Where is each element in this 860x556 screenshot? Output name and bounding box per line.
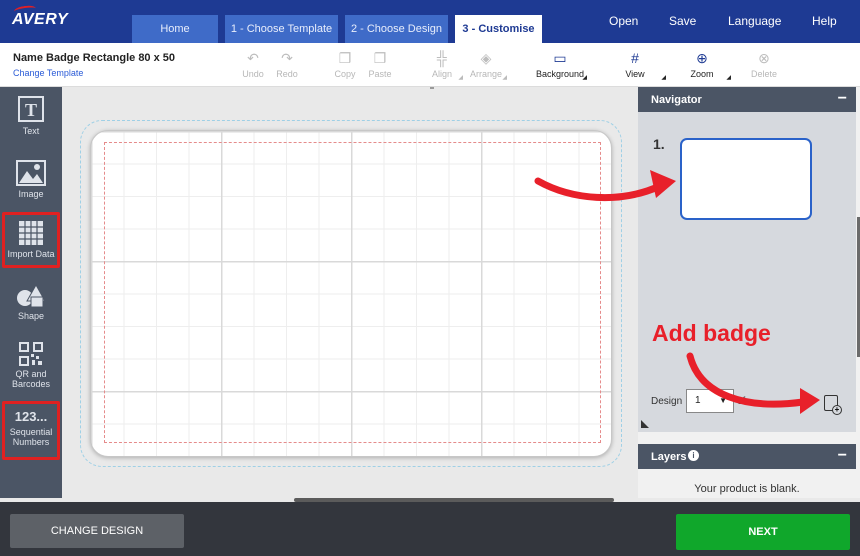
delete-button[interactable]: ⊗ Delete [739,50,789,79]
open-menu[interactable]: Open [609,14,638,28]
redo-icon: ↷ [281,50,293,66]
left-sidebar: T Text Image Import Data Shape QR and Ba… [0,87,62,498]
delete-icon: ⊗ [758,50,770,66]
navigator-body: 1. Design 1 ▼ of + [638,112,856,432]
sidebar-item-shape[interactable]: Shape [2,284,60,326]
collapse-layers-icon[interactable]: − [838,447,847,465]
design-select[interactable]: 1 ▼ [686,389,734,413]
navigator-title: Navigator [651,94,702,106]
sidebar-item-label: Image [18,189,44,199]
paste-label: Paste [368,69,392,79]
top-navigation-bar: AVERY Home 1 - Choose Template 2 - Choos… [0,0,860,43]
design-canvas-area[interactable] [62,87,638,502]
align-icon: ╬ [437,50,447,66]
view-button[interactable]: # View ◢ [610,50,666,81]
add-badge-icon[interactable]: + [824,395,842,415]
toolbar: Name Badge Rectangle 80 x 50 Change Temp… [0,43,860,87]
safe-area-line [104,142,601,443]
background-button[interactable]: ▭ Background ◢ [535,50,587,81]
grid-icon: # [631,50,639,66]
navigator-header: Navigator − [638,87,856,112]
background-corner-icon: ◢ [582,75,587,81]
bottom-bar: CHANGE DESIGN NEXT [0,502,860,556]
avery-logo[interactable]: AVERY [12,4,68,29]
qr-code-icon [19,342,43,366]
sidebar-item-label: QR and Barcodes [11,369,51,389]
add-badge-annotation: Add badge [652,320,771,346]
view-corner-icon: ◢ [661,75,666,81]
zoom-icon: ⊕ [696,50,708,66]
next-button[interactable]: NEXT [676,514,850,550]
canvas-top-marker [430,87,434,89]
zoom-button[interactable]: ⊕ Zoom ◢ [677,50,731,81]
design-label: Design [651,396,683,407]
layers-empty-text: Your product is blank. [694,483,800,495]
of-label: of [737,396,746,407]
shape-icon [17,284,46,308]
arrange-button[interactable]: ◈ Arrange ◢ [461,50,511,81]
product-title: Name Badge Rectangle 80 x 50 [13,52,176,64]
resize-handle-icon[interactable] [641,420,649,428]
save-menu[interactable]: Save [669,14,696,28]
background-icon: ▭ [553,50,567,66]
page-thumbnail[interactable] [680,138,812,220]
redo-button[interactable]: ↷ Redo [262,50,312,79]
paste-icon: ❐ [373,50,387,66]
collapse-navigator-icon[interactable]: − [838,90,847,108]
arrange-icon: ◈ [480,50,492,66]
table-icon [19,221,43,245]
paste-button[interactable]: ❐ Paste [355,50,405,79]
svg-text:T: T [25,100,37,120]
sidebar-item-label: Import Data [7,249,55,259]
change-design-button[interactable]: CHANGE DESIGN [10,514,184,548]
sidebar-item-qr-and-barcodes[interactable]: QR and Barcodes [2,342,60,398]
help-menu[interactable]: Help [812,14,837,28]
sidebar-item-label: Shape [17,311,45,321]
design-select-value: 1 [695,395,701,406]
zoom-corner-icon: ◢ [726,75,731,81]
dropdown-arrow-icon: ▼ [719,396,727,405]
text-icon: T [18,96,44,122]
sidebar-item-label: Text [22,126,40,136]
sidebar-item-image[interactable]: Image [2,160,60,210]
language-menu[interactable]: Language [728,14,781,28]
sidebar-item-text[interactable]: T Text [2,95,60,147]
delete-label: Delete [750,69,777,79]
redo-label: Redo [276,69,298,79]
tab-choose-design[interactable]: 2 - Choose Design [345,15,448,43]
tab-home[interactable]: Home [132,15,218,43]
align-button[interactable]: ╬ Align ◢ [417,50,467,81]
sidebar-item-sequential-numbers[interactable]: 123... Sequential Numbers [2,401,60,460]
image-icon [16,160,46,186]
layers-header: Layers i − [638,444,856,469]
layers-title: Layers [651,451,687,463]
info-icon[interactable]: i [688,450,699,461]
plus-icon: + [832,405,842,415]
arrange-corner-icon: ◢ [502,75,507,81]
page-number: 1. [653,136,665,152]
zoom-label: Zoom [690,69,714,79]
sequential-numbers-icon: 123... [14,409,48,424]
change-template-link[interactable]: Change Template [13,68,83,78]
background-label: Background [535,69,585,79]
tab-customise[interactable]: 3 - Customise [455,15,542,43]
sidebar-item-import-data[interactable]: Import Data [2,212,60,268]
tab-choose-template[interactable]: 1 - Choose Template [225,15,338,43]
right-panel: Navigator − 1. Design 1 ▼ of + Layers i … [638,87,860,498]
view-label: View [625,69,645,79]
sidebar-item-label: Sequential Numbers [9,427,53,447]
